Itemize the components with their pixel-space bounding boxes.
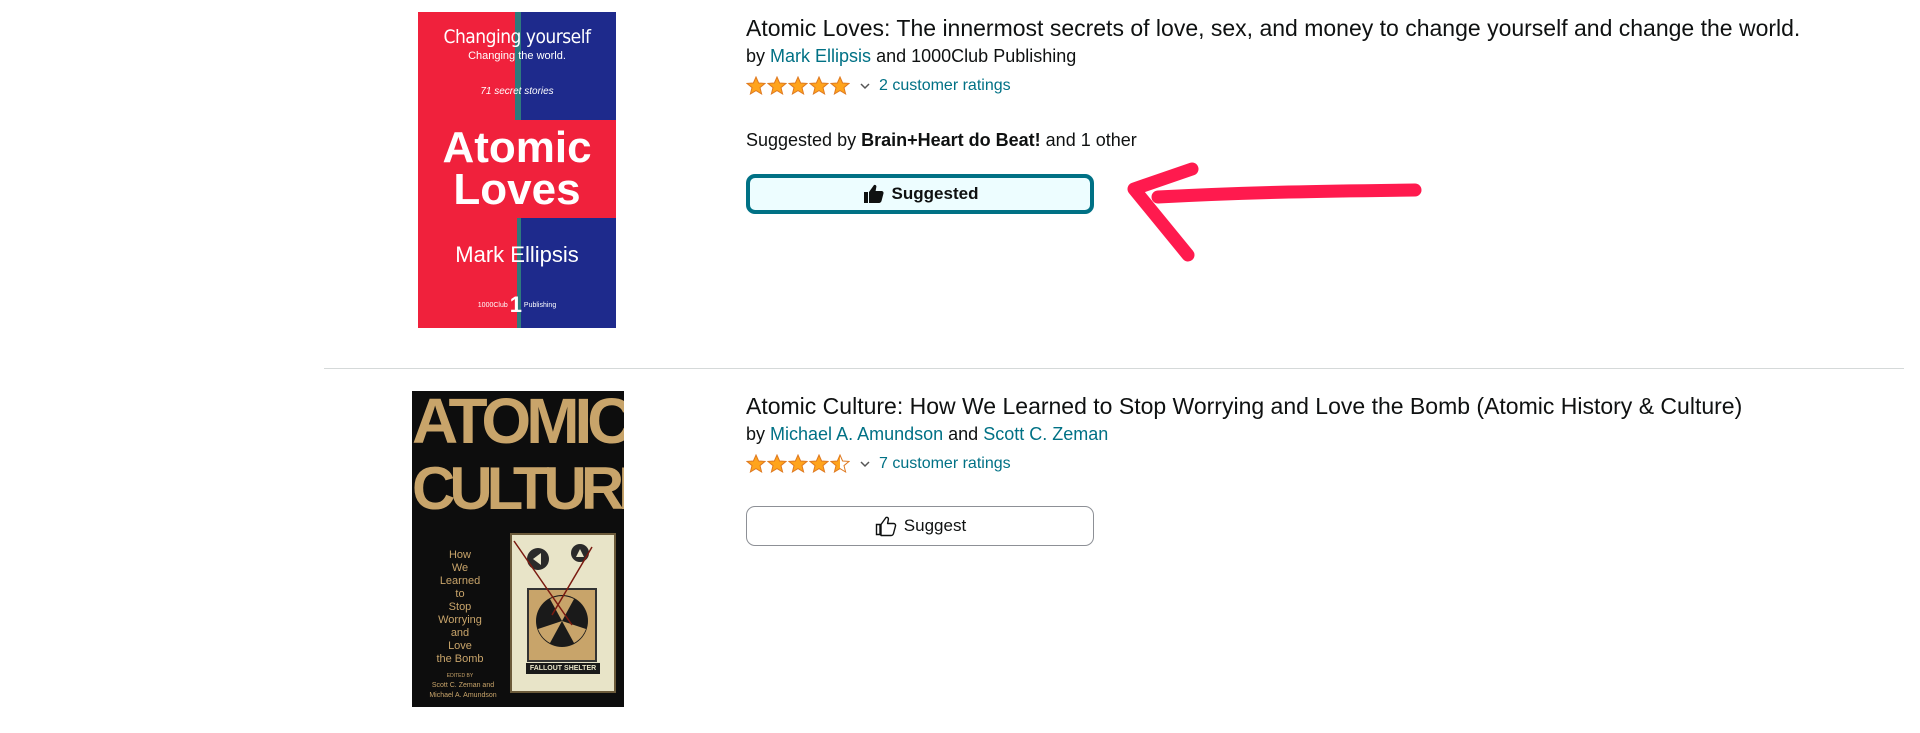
star-full-icon <box>767 76 787 96</box>
result-item-atomic-culture: ATOMIC CULTURE How We Learned to Stop Wo… <box>0 369 1920 733</box>
cover-publisher-right: Publishing <box>523 301 557 309</box>
suggest-button-label: Suggest <box>903 516 967 535</box>
cover-publisher: 1000Club 1 Publishing <box>418 292 616 318</box>
rating-row: 2 customer ratings <box>746 74 1011 98</box>
star-full-icon <box>830 76 850 96</box>
rating-row: 7 customer ratings <box>746 452 1011 476</box>
cover-top-line: Changing yourself <box>443 26 591 48</box>
fallout-shelter-sign-icon <box>513 540 597 662</box>
star-full-icon <box>767 454 787 474</box>
star-half-icon <box>830 454 850 474</box>
cover-edited-by: EDITED BY <box>446 673 474 679</box>
suggested-button-label: Suggested <box>891 184 979 203</box>
thumbs-up-filled-icon <box>863 184 884 203</box>
subtitle-line: to <box>455 588 465 600</box>
author-link-scott-zeman[interactable]: Scott C. Zeman <box>983 424 1108 444</box>
byline: by Michael A. Amundson and Scott C. Zema… <box>746 424 1108 445</box>
subtitle-line: Love <box>448 640 472 652</box>
suggested-by-name: Brain+Heart do Beat! <box>861 130 1041 150</box>
suggested-by-suffix: and 1 other <box>1045 130 1137 150</box>
book-title-link[interactable]: Atomic Loves: The innermost secrets of l… <box>746 14 1800 42</box>
customer-ratings-link[interactable]: 2 customer ratings <box>879 77 1011 95</box>
cover-title-line1: ATOMIC <box>412 391 624 457</box>
cover-publisher-left: 1000Club <box>477 301 508 309</box>
annotation-arrow <box>1127 162 1422 262</box>
chevron-down-icon[interactable] <box>859 458 871 470</box>
by-prefix: by <box>746 424 766 444</box>
cover-editors-line2: Michael A. Amundson <box>429 692 497 699</box>
cover-title-line2: CULTURE <box>412 455 624 522</box>
result-item-atomic-loves: Changing yourself Changing the world. 71… <box>0 0 1920 368</box>
cover-subtitle: How We Learned to Stop Worrying and Love… <box>418 549 502 666</box>
star-full-icon <box>788 454 808 474</box>
subtitle-line: and <box>450 627 470 639</box>
cover-sign-text: FALLOUT SHELTER <box>526 663 600 674</box>
author-joiner: and <box>876 46 907 66</box>
book-cover-atomic-loves[interactable]: Changing yourself Changing the world. 71… <box>418 12 616 328</box>
cover-title-line2: Loves <box>453 165 581 214</box>
cover-publisher-mark: 1 <box>509 292 522 317</box>
publisher-text: 1000Club Publishing <box>911 46 1077 66</box>
suggest-button[interactable]: Suggest <box>746 506 1094 546</box>
star-full-icon <box>746 76 766 96</box>
suggested-by-text: Suggested by Brain+Heart do Beat! and 1 … <box>746 130 1137 151</box>
star-rating[interactable] <box>746 76 851 96</box>
subtitle-line: Learned <box>439 575 481 587</box>
cover-title-line1: Atomic <box>442 123 592 172</box>
book-title-link[interactable]: Atomic Culture: How We Learned to Stop W… <box>746 392 1742 420</box>
star-rating[interactable] <box>746 454 851 474</box>
author-link-mark-ellipsis[interactable]: Mark Ellipsis <box>770 46 871 66</box>
by-prefix: by <box>746 46 766 66</box>
subtitle-line: How <box>448 549 471 561</box>
chevron-down-icon[interactable] <box>859 80 871 92</box>
cover-editors-line1: Scott C. Zeman and <box>431 682 495 689</box>
suggested-button[interactable]: Suggested <box>746 174 1094 214</box>
star-full-icon <box>809 76 829 96</box>
star-full-icon <box>788 76 808 96</box>
thumbs-up-outline-icon <box>875 516 897 537</box>
author-link-michael-amundson[interactable]: Michael A. Amundson <box>770 424 943 444</box>
cover-tag-line: 71 secret stories <box>480 86 554 97</box>
cover-sub-line: Changing the world. <box>468 50 566 62</box>
subtitle-line: Worrying <box>438 614 482 626</box>
subtitle-line: We <box>451 562 469 574</box>
book-cover-atomic-culture[interactable]: ATOMIC CULTURE How We Learned to Stop Wo… <box>412 391 624 707</box>
customer-ratings-link[interactable]: 7 customer ratings <box>879 455 1011 473</box>
suggested-by-prefix: Suggested by <box>746 130 857 150</box>
subtitle-line: Stop <box>448 601 472 613</box>
author-joiner: and <box>948 424 979 444</box>
star-full-icon <box>746 454 766 474</box>
cover-author: Mark Ellipsis <box>455 242 579 267</box>
star-full-icon <box>809 454 829 474</box>
cover-fallout-panel: FALLOUT SHELTER <box>510 533 616 693</box>
subtitle-line: the Bomb <box>436 653 484 665</box>
byline: by Mark Ellipsis and 1000Club Publishing <box>746 46 1076 67</box>
